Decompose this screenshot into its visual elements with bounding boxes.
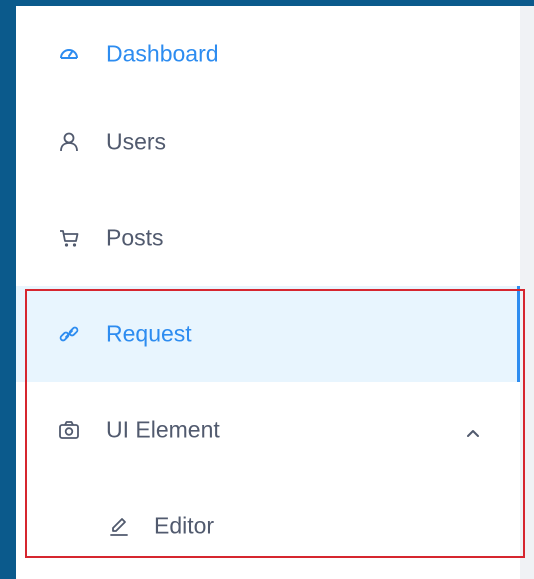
- menu-item-posts[interactable]: Posts: [16, 190, 520, 286]
- link-icon: [58, 323, 80, 345]
- menu-item-label: UI Element: [106, 416, 220, 443]
- pen-icon: [108, 515, 130, 537]
- menu-item-editor[interactable]: Editor: [16, 478, 520, 574]
- menu-item-label: Request: [106, 320, 192, 347]
- menu-item-label: Editor: [154, 512, 215, 539]
- user-icon: [58, 131, 80, 153]
- menu-item-dashboard[interactable]: Dashboard: [16, 6, 520, 102]
- chevron-up-icon[interactable]: [466, 425, 480, 437]
- cart-icon: [58, 227, 80, 249]
- dashboard-gauge-icon: [58, 43, 80, 65]
- menu-item-users[interactable]: Users: [16, 94, 520, 190]
- menu-item-label: Posts: [106, 224, 164, 251]
- submenu-ui-element[interactable]: UI Element: [16, 382, 520, 478]
- camera-icon: [58, 419, 80, 441]
- content-area-edge: [520, 6, 534, 579]
- menu-item-request[interactable]: Request: [16, 286, 520, 382]
- menu-item-label: Dashboard: [106, 40, 219, 67]
- window-frame-left: [0, 0, 16, 579]
- menu-item-label: Users: [106, 128, 167, 155]
- sidebar-menu: Dashboard Users Posts Request UI Element…: [16, 6, 520, 579]
